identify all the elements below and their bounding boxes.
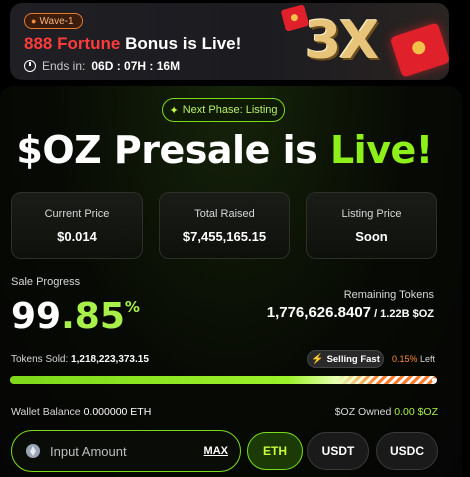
title-prefix: $OZ Presale is — [16, 128, 330, 172]
stat-value: $7,455,165.15 — [182, 228, 267, 244]
page-title: $OZ Presale is Live! — [0, 128, 449, 172]
tokens-sold: Tokens Sold: 1,218,223,373.15 — [11, 354, 149, 365]
progress-bar-end-marker — [432, 378, 436, 382]
token-usdt-button[interactable]: USDT — [307, 432, 369, 470]
promo-banner[interactable]: ● Wave-1 888 Fortune Bonus is Live! Ends… — [10, 3, 449, 80]
remaining-total: / 1.22B $OZ — [371, 308, 434, 320]
stat-label: Listing Price — [341, 207, 402, 220]
clock-icon — [24, 60, 36, 72]
stat-card-total-raised: Total Raised $7,455,165.15 — [159, 192, 290, 259]
progress-bar-fill — [10, 376, 381, 384]
wallet-balance: Wallet Balance 0.000000 ETH — [11, 406, 151, 418]
progress-bar — [10, 376, 437, 384]
stat-card-current-price: Current Price $0.014 — [11, 192, 143, 259]
tokens-sold-value: 1,218,223,373.15 — [71, 354, 149, 365]
sparkle-icon: ✦ — [169, 104, 179, 117]
remaining-amount: 1,776,626.8407 — [266, 304, 372, 321]
remaining-tokens-value: 1,776,626.8407 / 1.22B $OZ — [267, 304, 434, 321]
banner-title: 888 Fortune Bonus is Live! — [24, 34, 241, 54]
countdown-value: 06D : 07H : 16M — [91, 59, 181, 73]
max-button[interactable]: MAX — [204, 445, 228, 457]
oz-owned: $OZ Owned 0.00 $OZ — [335, 406, 438, 418]
percent-int: 99 — [11, 296, 62, 337]
selling-fast-badge: ⚡ Selling Fast — [307, 350, 384, 368]
oz-owned-value: 0.00 $OZ — [394, 406, 438, 418]
percent-left-word: Left — [420, 354, 436, 364]
banner-countdown: Ends in: 06D : 07H : 16M — [24, 59, 180, 73]
amount-input[interactable] — [50, 443, 204, 459]
percent-left-value: 0.15% — [392, 354, 418, 364]
lightning-icon: ⚡ — [311, 353, 324, 365]
title-highlight: Live! — [329, 128, 433, 172]
next-phase-pill: ✦ Next Phase: Listing — [162, 98, 285, 122]
stat-value: $0.014 — [57, 228, 97, 244]
percent-dec: .85 — [61, 296, 125, 337]
banner-title-rest: Bonus is Live! — [120, 34, 242, 53]
wallet-balance-value: 0.000000 ETH — [83, 406, 152, 418]
stat-label: Total Raised — [194, 207, 255, 220]
remaining-tokens-label: Remaining Tokens — [343, 289, 434, 301]
sale-progress-percent: 99.85% — [11, 296, 140, 337]
stat-label: Current Price — [44, 207, 110, 220]
wallet-balance-label: Wallet Balance — [11, 406, 81, 418]
tokens-sold-label: Tokens Sold: — [11, 354, 69, 365]
flame-icon: ● — [31, 16, 37, 26]
sale-progress-label: Sale Progress — [11, 276, 81, 288]
token-usdc-button[interactable]: USDC — [376, 432, 438, 470]
token-eth-button[interactable]: ETH — [247, 432, 303, 470]
selling-fast-label: Selling Fast — [326, 353, 380, 365]
ethereum-icon — [26, 444, 40, 458]
wave-badge: ● Wave-1 — [24, 13, 83, 29]
percent-sign: % — [124, 298, 140, 316]
wave-badge-label: Wave-1 — [39, 15, 74, 27]
percent-left: 0.15% Left — [392, 354, 435, 364]
ends-label: Ends in: — [42, 59, 86, 73]
multiplier-3x: 3X — [305, 11, 379, 71]
amount-field[interactable]: MAX — [11, 430, 241, 472]
stat-card-listing-price: Listing Price Soon — [306, 192, 437, 259]
stat-value: Soon — [355, 228, 388, 244]
next-phase-label: Next Phase: Listing — [182, 104, 278, 116]
banner-title-highlight: 888 Fortune — [24, 34, 121, 53]
red-envelope-icon — [389, 22, 449, 78]
oz-owned-label: $OZ Owned — [334, 406, 392, 418]
